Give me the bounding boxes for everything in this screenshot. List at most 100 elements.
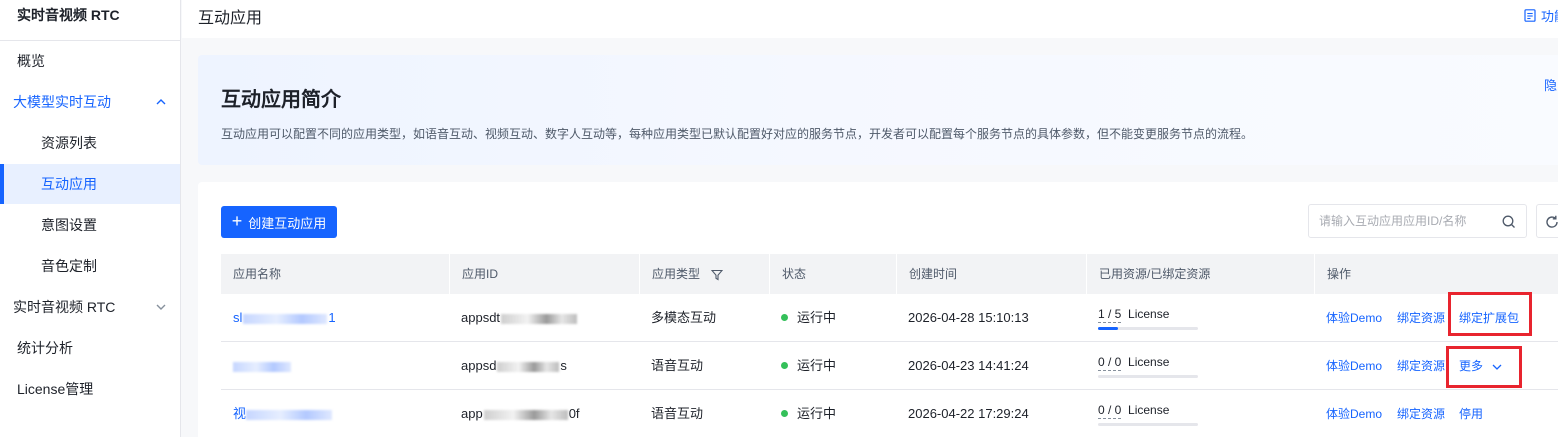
sidebar-item-rtc[interactable]: 实时音视频 RTC	[0, 287, 180, 327]
app-type-cell: 多模态互动	[651, 310, 717, 325]
table-header: 应用名称 应用ID 应用类型 状态 创建时间 已用资源/已绑定资源 操作	[221, 254, 1558, 294]
redacted-name	[233, 361, 291, 372]
usage-text: 0 / 0 License	[1098, 403, 1198, 419]
usage-progress	[1098, 423, 1198, 426]
app-name-text: sl	[233, 310, 243, 325]
bind-resource-link[interactable]: 绑定资源	[1397, 342, 1445, 390]
usage-unit: License	[1128, 403, 1170, 417]
created-time-cell: 2026-04-23 14:41:24	[908, 358, 1029, 373]
usage-progress-fill	[1098, 327, 1118, 330]
status-cell: 运行中	[769, 342, 836, 390]
column-header-label: 应用类型	[652, 267, 701, 281]
app-name-link[interactable]: sl 1	[221, 294, 336, 342]
column-header-actions: 操作	[1314, 254, 1558, 294]
status-cell: 运行中	[769, 390, 836, 437]
search-icon[interactable]	[1501, 214, 1517, 230]
column-header-id: 应用ID	[449, 254, 638, 294]
status-cell: 运行中	[769, 294, 836, 342]
sidebar: 实时音视频 RTC 概览 大模型实时互动 资源列表 互动应用 意图设置 音色定制…	[0, 0, 181, 437]
usage-count[interactable]: 0 / 0	[1098, 403, 1122, 419]
bind-resource-link[interactable]: 绑定资源	[1397, 390, 1445, 437]
app-name-text: 视	[233, 406, 247, 421]
column-header-name: 应用名称	[233, 267, 282, 281]
app-name-link[interactable]	[221, 342, 291, 390]
redacted-id	[497, 361, 560, 372]
created-time-cell: 2026-04-28 15:10:13	[908, 310, 1029, 325]
highlight-box-more	[1446, 346, 1522, 388]
redacted-id	[483, 409, 568, 420]
demo-link[interactable]: 体验Demo	[1326, 342, 1382, 390]
intro-description: 互动应用可以配置不同的应用类型，如语音互动、视频互动、数字人互动等，每种应用类型…	[221, 127, 1254, 141]
sidebar-item-interactive-apps[interactable]: 互动应用	[0, 164, 180, 204]
app-type-cell: 语音互动	[651, 406, 704, 421]
sidebar-item-voice-custom[interactable]: 音色定制	[0, 246, 180, 286]
refresh-button[interactable]	[1536, 204, 1558, 238]
intro-title: 互动应用简介	[221, 89, 341, 111]
column-header-type[interactable]: 应用类型	[639, 254, 768, 294]
create-app-button[interactable]: + 创建互动应用	[221, 206, 337, 238]
doc-link[interactable]: 功能	[1524, 6, 1558, 25]
usage-text: 0 / 0 License	[1098, 355, 1198, 371]
sidebar-title: 实时音视频 RTC	[0, 0, 180, 41]
chevron-up-icon	[154, 82, 168, 122]
sidebar-item-intent-settings[interactable]: 意图设置	[0, 205, 180, 245]
bind-resource-link[interactable]: 绑定资源	[1397, 294, 1445, 342]
search-box	[1308, 204, 1527, 238]
app-id-text: appsdt	[461, 310, 501, 325]
redacted-id	[501, 313, 578, 324]
page-title: 互动应用	[198, 10, 263, 27]
sidebar-item-label: 实时音视频 RTC	[13, 299, 116, 315]
chevron-down-icon	[154, 287, 168, 327]
filter-icon[interactable]	[711, 269, 724, 281]
app-name-link[interactable]: 视	[221, 390, 333, 437]
app-id-cell: app 0f	[449, 390, 580, 437]
status-dot	[781, 314, 788, 322]
refresh-icon	[1546, 215, 1558, 228]
redacted-name	[243, 313, 328, 324]
app-id-text: app	[461, 406, 483, 421]
app-list-card: + 创建互动应用 应用名称 应用ID 应用类型 状态 创建时间 已用资源/已绑定…	[198, 182, 1558, 437]
disable-link[interactable]: 停用	[1459, 390, 1483, 437]
usage-progress	[1098, 375, 1198, 378]
status-text: 运行中	[797, 358, 837, 373]
document-icon	[1524, 9, 1536, 22]
redacted-name	[246, 409, 333, 420]
column-header-status: 状态	[769, 254, 895, 294]
app-id-text: appsd	[461, 358, 497, 373]
app-id-cell: appsdt	[449, 294, 578, 342]
highlight-box-bind-extension	[1448, 292, 1532, 336]
hide-intro-link[interactable]: 隐	[1544, 75, 1557, 94]
sidebar-item-overview[interactable]: 概览	[0, 41, 180, 81]
table-row: appsd s 语音互动 运行中 2026-04-23 14:41:24 0 / …	[221, 342, 1558, 390]
search-input[interactable]	[1319, 212, 1489, 230]
table-row: sl 1 appsdt 多模态互动 运行中 2026-04-28 15:10:13…	[221, 294, 1558, 342]
sidebar-item-resource-list[interactable]: 资源列表	[0, 123, 180, 163]
column-header-created: 创建时间	[896, 254, 1085, 294]
app-type-cell: 语音互动	[651, 358, 704, 373]
table-row: 视 app 0f 语音互动 运行中 2026-04-22 17:29:24 0 /…	[221, 390, 1558, 437]
usage-cell: 0 / 0 License	[1098, 355, 1198, 378]
usage-cell: 1 / 5 License	[1098, 307, 1198, 330]
created-time-cell: 2026-04-22 17:29:24	[908, 406, 1029, 421]
app-id-suffix: s	[560, 358, 567, 373]
demo-link[interactable]: 体验Demo	[1326, 390, 1382, 437]
plus-icon: +	[231, 211, 243, 231]
usage-progress	[1098, 327, 1198, 330]
status-text: 运行中	[797, 310, 837, 325]
app-name-suffix: 1	[328, 310, 336, 325]
sidebar-item-label: 大模型实时互动	[13, 94, 111, 110]
demo-link[interactable]: 体验Demo	[1326, 294, 1382, 342]
page-header: 互动应用 功能	[182, 0, 1558, 38]
sidebar-item-llm-interaction[interactable]: 大模型实时互动	[0, 82, 180, 122]
sidebar-item-statistics[interactable]: 统计分析	[0, 328, 180, 368]
usage-cell: 0 / 0 License	[1098, 403, 1198, 426]
usage-unit: License	[1128, 307, 1170, 321]
status-text: 运行中	[797, 406, 837, 421]
sidebar-item-license[interactable]: License管理	[0, 369, 180, 409]
usage-count[interactable]: 1 / 5	[1098, 307, 1122, 323]
status-dot	[781, 410, 788, 418]
usage-count[interactable]: 0 / 0	[1098, 355, 1122, 371]
intro-card: 互动应用简介 互动应用可以配置不同的应用类型，如语音互动、视频互动、数字人互动等…	[198, 55, 1558, 165]
doc-link-label: 功能	[1541, 9, 1558, 24]
column-header-usage: 已用资源/已绑定资源	[1086, 254, 1313, 294]
